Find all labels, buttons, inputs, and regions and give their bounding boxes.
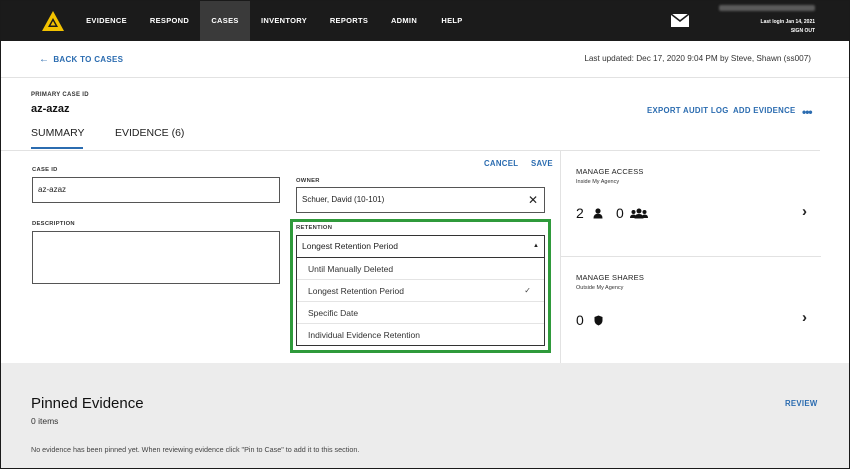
top-nav: EVIDENCE RESPOND CASES INVENTORY REPORTS…: [1, 1, 849, 41]
nav-inventory[interactable]: INVENTORY: [254, 1, 314, 41]
owner-value: Schuer, David (10-101): [302, 195, 385, 204]
user-icon: [593, 208, 603, 219]
last-login: Last login Jan 14, 2021: [760, 19, 815, 25]
caret-up-icon: ▲: [533, 243, 539, 249]
pinned-evidence-empty-message: No evidence has been pinned yet. When re…: [31, 445, 360, 454]
retention-selected-value: Longest Retention Period: [302, 241, 398, 251]
retention-option[interactable]: Until Manually Deleted: [297, 258, 544, 280]
brand-logo-icon[interactable]: [41, 10, 65, 32]
access-group-count: 0: [616, 205, 624, 221]
cancel-button[interactable]: CANCEL: [484, 159, 518, 168]
add-evidence-link[interactable]: ADD EVIDENCE: [733, 106, 796, 115]
pinned-evidence-section: Pinned Evidence 0 items REVIEW No eviden…: [1, 363, 849, 468]
checkmark-icon: ✓: [524, 286, 531, 295]
clear-owner-icon[interactable]: ✕: [528, 188, 538, 212]
description-label: DESCRIPTION: [32, 221, 75, 227]
shield-icon: [594, 315, 603, 326]
export-audit-log-link[interactable]: EXPORT AUDIT LOG: [647, 106, 729, 115]
retention-dropdown: Until Manually Deleted Longest Retention…: [296, 258, 545, 346]
app-window: EVIDENCE RESPOND CASES INVENTORY REPORTS…: [0, 0, 850, 469]
retention-option[interactable]: Individual Evidence Retention: [297, 324, 544, 346]
back-to-cases-link[interactable]: ← BACK TO CASES: [39, 54, 123, 65]
owner-label: OWNER: [296, 178, 320, 184]
back-label: BACK TO CASES: [53, 55, 124, 64]
review-link[interactable]: REVIEW: [785, 399, 818, 408]
pinned-evidence-count: 0 items: [31, 416, 59, 426]
manage-access-chevron-icon[interactable]: ›: [802, 203, 807, 220]
manage-access-title: MANAGE ACCESS: [576, 167, 644, 176]
tab-evidence[interactable]: EVIDENCE (6): [115, 127, 184, 139]
tabs-divider: [1, 150, 820, 151]
nav-cases[interactable]: CASES: [200, 1, 250, 41]
nav-reports[interactable]: REPORTS: [322, 1, 376, 41]
nav-respond[interactable]: RESPOND: [142, 1, 197, 41]
manage-shares-title: MANAGE SHARES: [576, 273, 645, 282]
case-id-input[interactable]: az-azaz: [32, 177, 280, 203]
user-name-redacted: [719, 5, 815, 11]
nav-help[interactable]: HELP: [434, 1, 470, 41]
last-updated: Last updated: Dec 17, 2020 9:04 PM by St…: [584, 54, 811, 63]
primary-case-id-label: PRIMARY CASE ID: [31, 92, 89, 98]
description-textarea[interactable]: [32, 231, 280, 284]
retention-label: RETENTION: [296, 225, 333, 231]
pinned-evidence-title: Pinned Evidence: [31, 395, 144, 412]
arrow-left-icon: ←: [39, 54, 50, 65]
case-id-label: CASE ID: [32, 167, 58, 173]
save-button[interactable]: SAVE: [531, 159, 553, 168]
more-options-icon[interactable]: •••: [802, 105, 813, 119]
group-icon: [630, 208, 648, 219]
retention-option[interactable]: Longest Retention Period ✓: [297, 280, 544, 302]
panel-section-divider: [561, 256, 821, 257]
retention-select[interactable]: Longest Retention Period ▲: [296, 235, 545, 258]
case-title: az-azaz: [31, 103, 70, 115]
sign-out-link[interactable]: SIGN OUT: [719, 27, 815, 36]
manage-access-subtitle: Inside My Agency: [576, 179, 620, 185]
manage-shares-chevron-icon[interactable]: ›: [802, 309, 807, 326]
nav-evidence[interactable]: EVIDENCE: [79, 1, 134, 41]
mail-icon[interactable]: [671, 14, 689, 27]
shares-count: 0: [576, 312, 584, 328]
manage-shares-subtitle: Outside My Agency: [576, 285, 624, 291]
panel-divider: [560, 151, 561, 363]
owner-input[interactable]: Schuer, David (10-101) ✕: [296, 187, 545, 213]
retention-option[interactable]: Specific Date: [297, 302, 544, 324]
divider: [1, 77, 849, 78]
nav-admin[interactable]: ADMIN: [382, 1, 426, 41]
active-tab-indicator: [31, 147, 83, 149]
user-block: Last login Jan 14, 2021 SIGN OUT: [719, 5, 815, 36]
tab-summary[interactable]: SUMMARY: [31, 127, 84, 139]
access-user-count: 2: [576, 205, 584, 221]
